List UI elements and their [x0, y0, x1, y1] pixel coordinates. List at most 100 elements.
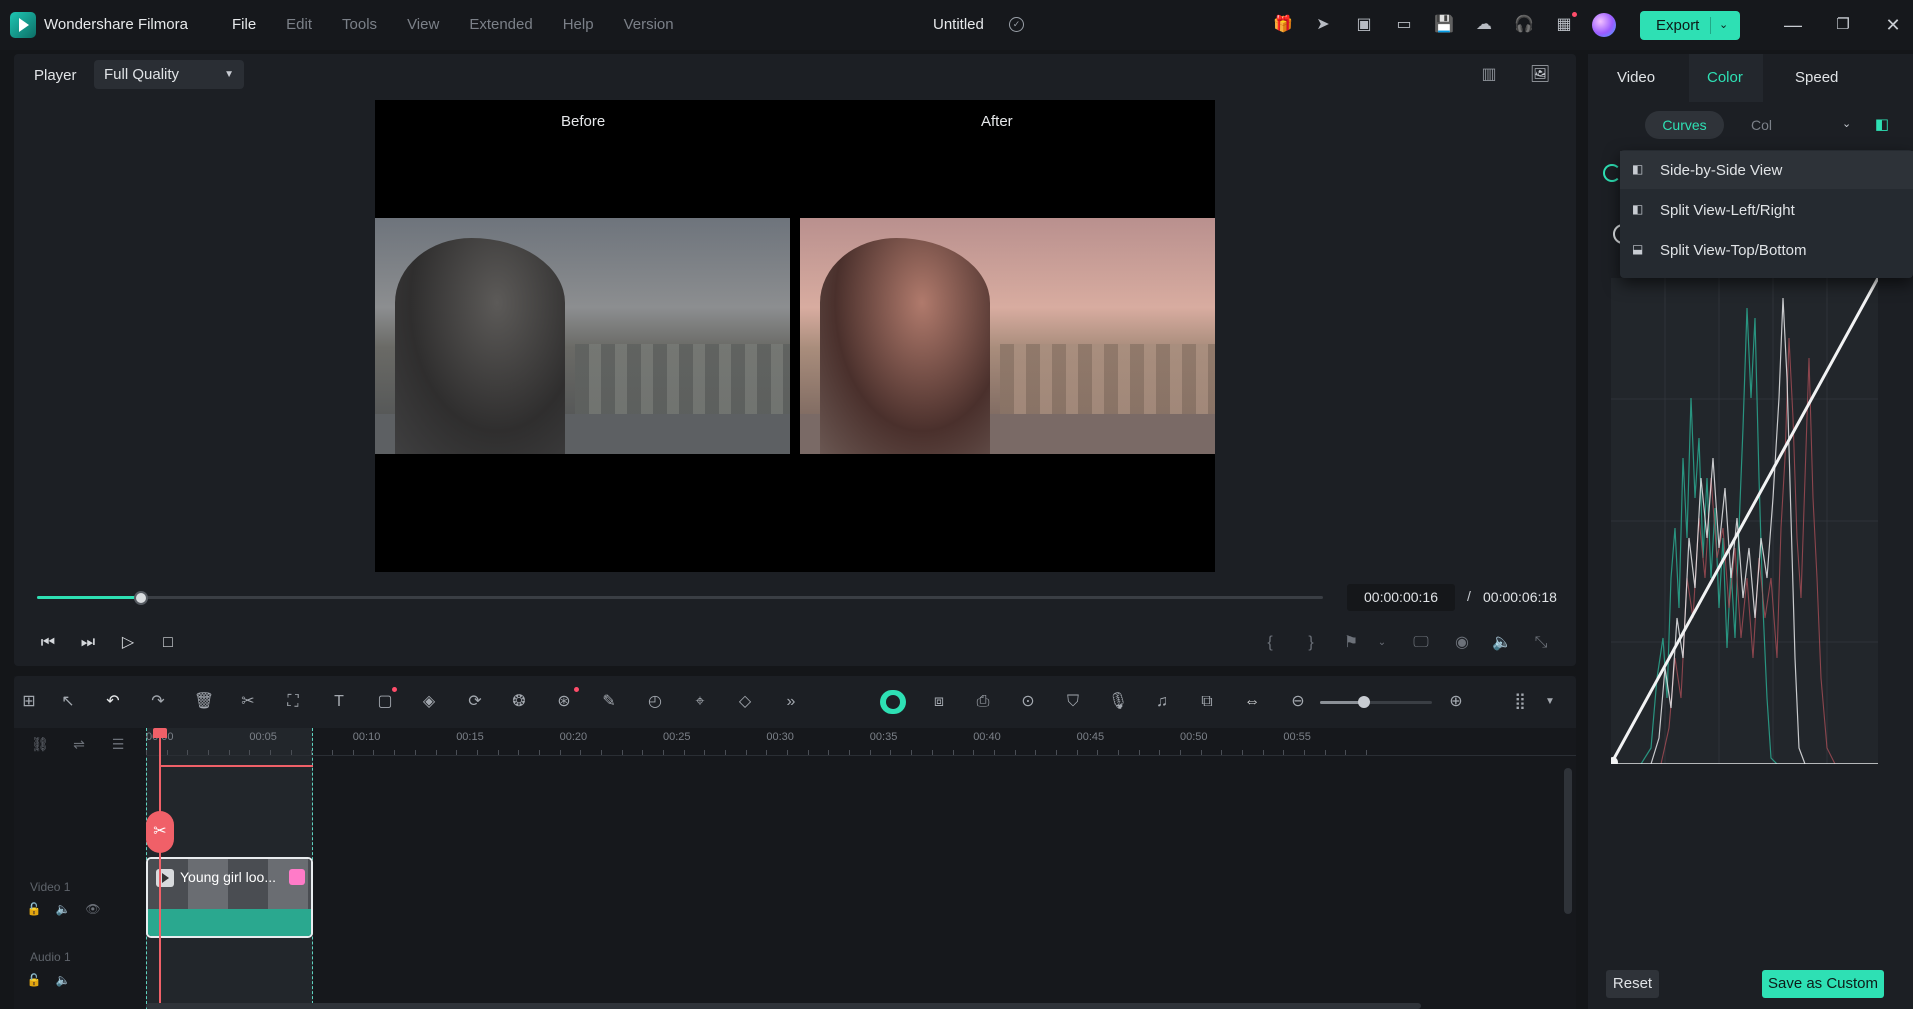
previous-frame-icon[interactable]: ⏮: [37, 632, 59, 654]
track-manager-icon[interactable]: ☰: [108, 736, 128, 756]
playback-progress[interactable]: [37, 591, 1323, 605]
split-scene-icon[interactable]: ⧈: [927, 690, 951, 714]
fit-width-icon[interactable]: ⇔: [1240, 690, 1264, 714]
track-layout-icon[interactable]: ⣿: [1508, 690, 1532, 714]
speaker-icon[interactable]: 🔈: [55, 973, 71, 989]
export-button[interactable]: Export ⌄: [1640, 11, 1740, 40]
current-time[interactable]: 00:00:00:16: [1347, 584, 1455, 611]
menu-version[interactable]: Version: [624, 16, 674, 33]
menu-item-side-by-side[interactable]: ◧ Side-by-Side View: [1620, 151, 1913, 189]
chevron-down-icon[interactable]: ⌄: [1842, 117, 1851, 130]
save-icon[interactable]: 💾: [1433, 14, 1455, 36]
restore-icon[interactable]: ❐: [1832, 14, 1854, 36]
curve-point-black[interactable]: [1608, 757, 1618, 767]
mark-out-button[interactable]: }: [1300, 632, 1322, 654]
eye-icon[interactable]: 👁: [85, 902, 101, 918]
menu-help[interactable]: Help: [563, 16, 594, 33]
minimize-icon[interactable]: —: [1782, 14, 1804, 36]
camera-add-icon[interactable]: ⎙: [971, 690, 995, 714]
stop-icon[interactable]: □: [157, 632, 179, 654]
keyframe-icon[interactable]: ◇: [733, 690, 757, 714]
gift-icon[interactable]: 🎁: [1272, 14, 1294, 36]
more-icon[interactable]: »: [779, 690, 803, 714]
undo-icon[interactable]: ↶: [101, 690, 125, 714]
color-wheel-icon[interactable]: ❂: [507, 690, 531, 714]
stabilize-icon[interactable]: ⌖: [688, 690, 712, 714]
playhead-handle[interactable]: [153, 728, 167, 738]
menu-item-split-left-right[interactable]: ◧ Split View-Left/Right: [1620, 191, 1913, 229]
chevron-down-icon[interactable]: ⌄: [1371, 632, 1393, 654]
grid-view-icon[interactable]: ▥: [1478, 64, 1500, 86]
zoom-in-icon[interactable]: ⊕: [1444, 690, 1468, 714]
playhead[interactable]: [159, 728, 161, 1009]
subtab-color[interactable]: Col: [1751, 117, 1772, 133]
shape-icon[interactable]: ▢: [373, 690, 397, 714]
menu-tools[interactable]: Tools: [342, 16, 377, 33]
menu-view[interactable]: View: [407, 16, 439, 33]
headset-icon[interactable]: 🎧: [1513, 14, 1535, 36]
fullscreen-icon[interactable]: ⤡: [1530, 632, 1552, 654]
crop-icon[interactable]: ⛶: [281, 690, 305, 714]
curves-graph[interactable]: [1608, 277, 1880, 767]
curves-svg[interactable]: [1608, 277, 1880, 767]
tab-color[interactable]: Color: [1707, 69, 1743, 86]
chevron-down-icon[interactable]: ▼: [1538, 690, 1562, 714]
media-icon[interactable]: ▣: [1353, 14, 1375, 36]
next-frame-icon[interactable]: ⏭: [77, 632, 99, 654]
send-icon[interactable]: ➤: [1312, 14, 1334, 36]
color-match-icon[interactable]: ◈: [417, 690, 441, 714]
camera-icon[interactable]: ◉: [1451, 632, 1473, 654]
ai-toggle[interactable]: [880, 690, 906, 714]
replace-icon[interactable]: ⧉: [1195, 690, 1219, 714]
quality-select[interactable]: Full Quality ▼: [94, 60, 244, 89]
menu-file[interactable]: File: [232, 16, 256, 33]
speaker-icon[interactable]: 🔈: [55, 902, 71, 918]
close-icon[interactable]: ✕: [1882, 14, 1904, 36]
menu-edit[interactable]: Edit: [286, 16, 312, 33]
timeline-horizontal-scrollbar[interactable]: [146, 1003, 1421, 1009]
video-clip[interactable]: Young girl loo...: [146, 857, 313, 938]
window-icon[interactable]: ▭: [1393, 14, 1415, 36]
lock-icon[interactable]: 🔓: [26, 973, 42, 989]
mark-in-button[interactable]: {: [1259, 632, 1281, 654]
text-icon[interactable]: T: [327, 690, 351, 714]
split-scissor-icon[interactable]: ✂: [146, 811, 174, 853]
unlink-icon[interactable]: ⛓: [30, 736, 50, 756]
avatar[interactable]: [1592, 13, 1616, 37]
zoom-handle[interactable]: [1357, 696, 1370, 708]
menu-item-split-top-bottom[interactable]: ⬓ Split View-Top/Bottom: [1620, 231, 1913, 269]
delete-icon[interactable]: 🗑: [192, 690, 216, 714]
cut-icon[interactable]: ✂: [236, 690, 260, 714]
marker-icon[interactable]: ⚑: [1340, 632, 1362, 654]
subtab-curves[interactable]: Curves: [1645, 111, 1724, 139]
display-icon[interactable]: 🖵: [1410, 632, 1432, 654]
snapshot-image-icon[interactable]: 🖼: [1529, 64, 1551, 86]
layout-grid-icon[interactable]: ⊞: [17, 690, 41, 714]
tab-video[interactable]: Video: [1617, 69, 1655, 86]
apps-icon[interactable]: ▦: [1553, 14, 1575, 36]
save-as-custom-button[interactable]: Save as Custom: [1762, 970, 1884, 998]
play-icon[interactable]: ▷: [117, 632, 139, 654]
music-icon[interactable]: ♫: [1150, 690, 1174, 714]
reset-button[interactable]: Reset: [1606, 970, 1659, 998]
lock-icon[interactable]: 🔓: [26, 902, 42, 918]
cloud-icon[interactable]: ☁: [1473, 14, 1495, 36]
timeline-vertical-scrollbar[interactable]: [1564, 768, 1572, 914]
menu-extended[interactable]: Extended: [469, 16, 532, 33]
link-track-icon[interactable]: ⇌: [69, 736, 89, 756]
volume-icon[interactable]: 🔈: [1491, 632, 1513, 654]
render-icon[interactable]: ⊙: [1016, 690, 1040, 714]
redo-icon[interactable]: ↷: [146, 690, 170, 714]
edit-icon[interactable]: ✎: [597, 690, 621, 714]
chevron-down-icon[interactable]: ⌄: [1719, 11, 1728, 40]
zoom-out-icon[interactable]: ⊖: [1286, 690, 1310, 714]
microphone-icon[interactable]: 🎙: [1106, 690, 1130, 714]
tab-speed[interactable]: Speed: [1795, 69, 1838, 86]
shield-icon[interactable]: ⛉: [1061, 690, 1085, 714]
ai-effect-icon[interactable]: ⊛: [552, 690, 576, 714]
speed-icon[interactable]: ⟳: [463, 690, 487, 714]
timer-icon[interactable]: ◴: [643, 690, 667, 714]
enable-toggle[interactable]: [1603, 164, 1621, 182]
compare-view-icon[interactable]: ◧: [1871, 115, 1893, 135]
zoom-slider[interactable]: [1320, 696, 1432, 708]
